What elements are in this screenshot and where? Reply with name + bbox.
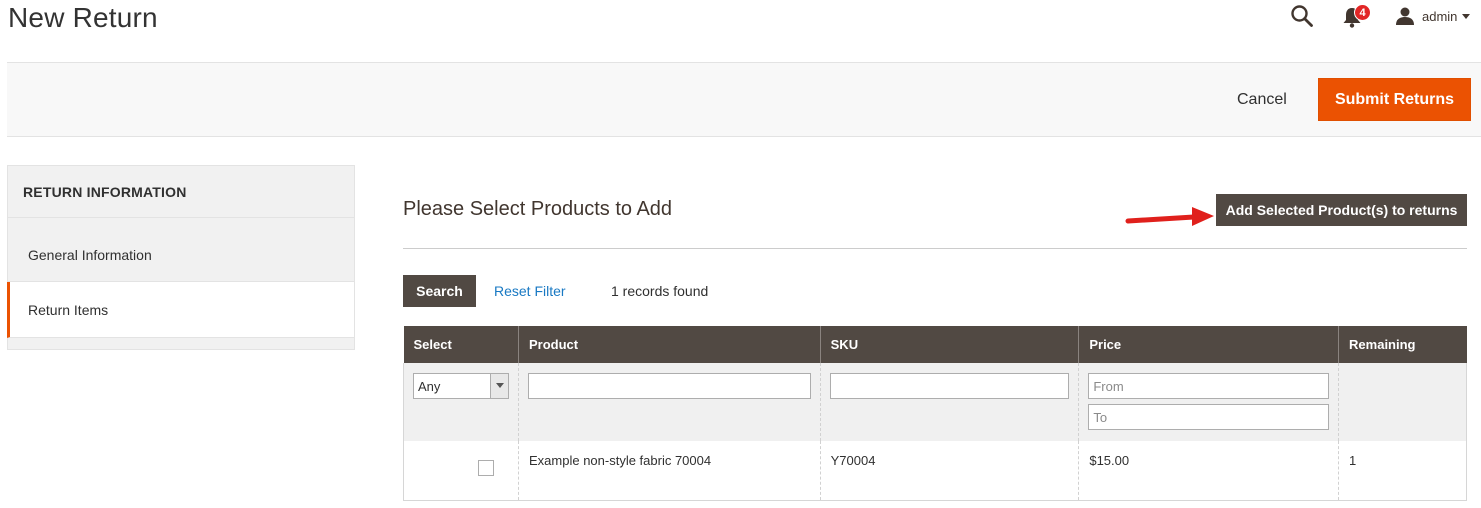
filter-cell-sku — [819, 363, 1079, 441]
select-filter-value: Any — [418, 379, 441, 394]
sidebar: RETURN INFORMATION General Information R… — [7, 165, 355, 350]
product-filter-input[interactable] — [528, 373, 811, 399]
sidebar-footer — [7, 338, 355, 350]
section-divider — [403, 248, 1467, 249]
notification-count-badge: 4 — [1354, 4, 1371, 21]
row-price-cell: $15.00 — [1078, 441, 1339, 501]
search-icon[interactable] — [1290, 4, 1314, 28]
user-name: admin — [1422, 8, 1458, 24]
products-grid: Select Product SKU Price Remaining Any F… — [403, 326, 1467, 501]
sidebar-heading: RETURN INFORMATION — [7, 165, 355, 218]
sidebar-item-return-items[interactable]: Return Items — [7, 282, 355, 338]
reset-filter-link[interactable]: Reset Filter — [494, 283, 566, 299]
search-button[interactable]: Search — [403, 275, 476, 307]
row-select-cell — [403, 441, 519, 501]
column-header-product[interactable]: Product — [518, 326, 821, 363]
filter-cell-price — [1078, 363, 1339, 441]
chevron-down-icon — [1462, 13, 1471, 19]
grid-filter-row: Any — [403, 363, 1467, 441]
filter-cell-select: Any — [403, 363, 519, 441]
price-to-input[interactable] — [1088, 404, 1330, 430]
select-filter-dropdown[interactable]: Any — [413, 373, 509, 399]
column-header-sku[interactable]: SKU — [819, 326, 1079, 363]
row-select-checkbox[interactable] — [478, 460, 494, 476]
column-header-remaining[interactable]: Remaining — [1338, 326, 1467, 363]
row-product-cell: Example non-style fabric 70004 — [518, 441, 821, 501]
submit-returns-button[interactable]: Submit Returns — [1318, 78, 1471, 121]
row-sku-cell: Y70004 — [819, 441, 1079, 501]
table-row[interactable]: Example non-style fabric 70004 Y70004 $1… — [403, 441, 1467, 501]
row-remaining-cell: 1 — [1338, 441, 1467, 501]
column-header-price[interactable]: Price — [1078, 326, 1339, 363]
user-menu[interactable]: admin — [1395, 5, 1471, 27]
grid-header-row: Select Product SKU Price Remaining — [403, 326, 1467, 363]
sidebar-item-label: General Information — [28, 247, 152, 263]
section-title: Please Select Products to Add — [403, 198, 673, 220]
chevron-down-icon — [490, 374, 508, 398]
add-selected-products-button[interactable]: Add Selected Product(s) to returns — [1216, 194, 1467, 226]
filter-cell-remaining — [1338, 363, 1467, 441]
filter-cell-product — [518, 363, 821, 441]
annotation-arrow-icon — [1125, 207, 1214, 226]
user-icon — [1396, 7, 1414, 25]
page-title: New Return — [8, 2, 158, 33]
sku-filter-input[interactable] — [829, 373, 1070, 399]
cancel-button[interactable]: Cancel — [1231, 86, 1293, 114]
sidebar-item-label: Return Items — [28, 302, 109, 318]
sidebar-item-general-information[interactable]: General Information — [7, 218, 355, 282]
price-from-input[interactable] — [1088, 373, 1330, 399]
records-found-count: 1 records found — [611, 283, 709, 299]
column-header-select[interactable]: Select — [403, 326, 519, 363]
